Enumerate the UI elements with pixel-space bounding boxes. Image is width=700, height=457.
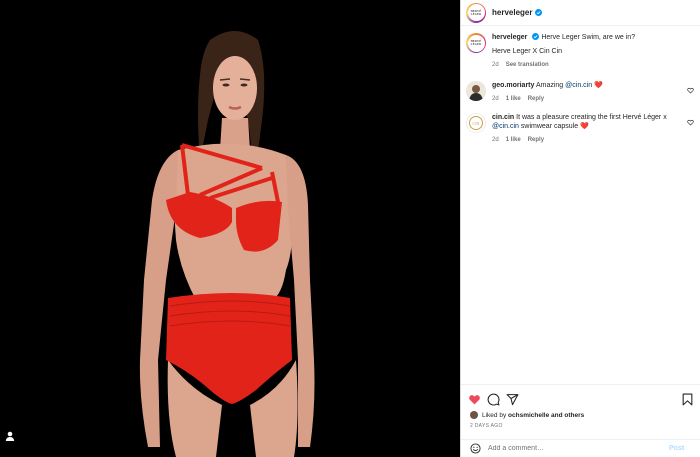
comment-like-heart-icon[interactable] [687,119,694,126]
liked-by-user[interactable]: ochsmichelle [508,412,549,419]
reply-button[interactable]: Reply [528,95,544,104]
liked-by-prefix: Liked by [482,411,507,419]
post-photo [0,0,460,457]
comment-text: Amazing [535,82,564,89]
comment-age: 2d [492,137,499,143]
liker-avatar[interactable] [470,411,478,419]
caption-text: Herve Leger Swim, are we in? [541,34,636,41]
instagram-post-modal: HERVÉ LÉGER herveleger HERVÉ LÉGER herve… [0,0,700,457]
share-icon[interactable] [506,393,519,406]
comment-username[interactable]: cin.cin [492,114,514,121]
comment-emoji: ❤️ [580,123,589,130]
commenter-avatar-logo: CIN [472,120,480,126]
comment-likes[interactable]: 1 like [506,136,521,145]
comment-likes[interactable]: 1 like [506,95,521,104]
caption-text-line2: Herve Leger X Cin Cin [492,48,563,55]
comment-mention-link[interactable]: @cin.cin [492,123,519,130]
liked-by: Liked by ochsmichelle and others [470,411,584,419]
commenter-avatar[interactable] [466,81,486,101]
add-comment-input[interactable] [488,445,663,452]
author-avatar-logo: HERVÉ LÉGER [470,8,482,16]
user-tag-icon[interactable] [4,430,16,442]
caption-age: 2d [492,62,499,68]
bookmark-icon[interactable] [681,393,694,406]
post-side-panel: HERVÉ LÉGER herveleger HERVÉ LÉGER herve… [460,0,700,457]
caption-avatar-logo: HERVÉ LÉGER [470,39,482,46]
author-username[interactable]: herveleger [492,8,532,17]
heart-filled-icon[interactable] [468,393,481,406]
comment-like-heart-icon[interactable] [687,87,694,94]
post-media[interactable] [0,0,460,457]
action-bar [461,384,700,412]
post-header: HERVÉ LÉGER herveleger [461,0,700,26]
verified-badge-icon [532,33,540,40]
add-comment-bar: Post [461,439,700,457]
comment-emoji: ❤️ [594,82,603,89]
liked-by-others[interactable]: and others [551,412,584,419]
author-avatar[interactable]: HERVÉ LÉGER [466,2,486,23]
comment-text-after: swimwear capsule [520,123,579,130]
comment-item: CIN cin.cin It was a pleasure creating t… [466,113,696,145]
emoji-icon[interactable] [470,443,481,454]
comment-age: 2d [492,96,499,102]
caption: HERVÉ LÉGER herveleger Herve Leger Swim,… [466,33,696,70]
see-translation-link[interactable]: See translation [506,61,549,70]
verified-badge-icon [535,9,543,16]
comment-item: geo.moriarty Amazing @cin.cin ❤️ 2d 1 li… [466,81,696,104]
comment-icon[interactable] [487,393,500,406]
commenter-avatar[interactable]: CIN [466,113,486,133]
caption-username[interactable]: herveleger [492,34,527,41]
reply-button[interactable]: Reply [528,136,544,145]
comment-mention-link[interactable]: @cin.cin [565,82,592,89]
comment-text: It was a pleasure creating the first Her… [516,114,667,121]
commenter-avatar-image [466,81,486,101]
comment-username[interactable]: geo.moriarty [492,82,534,89]
post-timestamp[interactable]: 2 DAYS AGO [470,423,503,429]
caption-avatar[interactable]: HERVÉ LÉGER [466,33,486,53]
post-comment-button[interactable]: Post [669,445,684,452]
